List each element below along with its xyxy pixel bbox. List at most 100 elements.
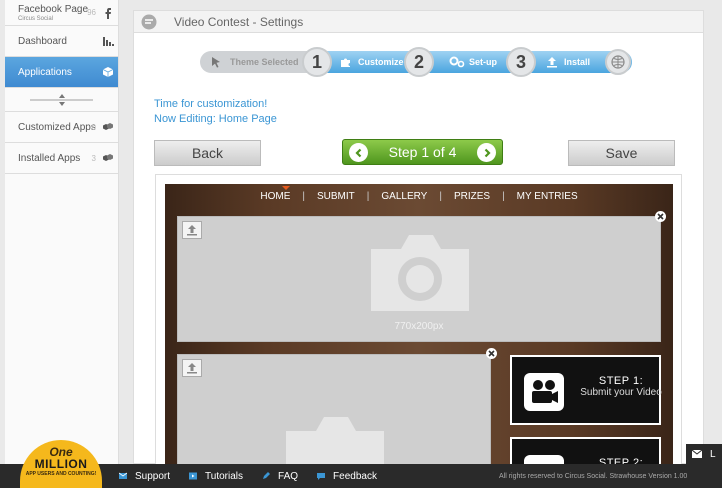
wizard-step-customize[interactable]: Customize bbox=[340, 51, 404, 73]
preview-nav: HOME | SUBMIT | GALLERY | PRIZES | MY EN… bbox=[165, 184, 673, 208]
chevron-left-icon bbox=[354, 148, 361, 157]
sidebar-collapse-slider[interactable] bbox=[5, 88, 118, 112]
save-button[interactable]: Save bbox=[568, 140, 675, 166]
wizard-step-2-number[interactable]: 2 bbox=[404, 47, 434, 77]
page-preview: HOME | SUBMIT | GALLERY | PRIZES | MY EN… bbox=[165, 184, 673, 464]
footer-support-link[interactable]: Support bbox=[119, 471, 170, 482]
close-icon bbox=[488, 350, 495, 357]
corner-label: L bbox=[710, 448, 716, 460]
footer-link-label: Feedback bbox=[333, 470, 377, 482]
main-panel: Video Contest - Settings Theme Selected … bbox=[133, 10, 704, 465]
wizard-step-1-number[interactable]: 1 bbox=[302, 47, 332, 77]
banner-image-placeholder[interactable]: 770x200px bbox=[177, 216, 661, 342]
active-nav-marker bbox=[282, 186, 290, 190]
sidebar-item-label: Applications bbox=[18, 66, 72, 78]
remove-content-button[interactable] bbox=[486, 348, 497, 359]
banner-size-label: 770x200px bbox=[394, 321, 444, 332]
facebook-count: 96 bbox=[87, 8, 96, 17]
wizard-step-label: Set-up bbox=[469, 57, 497, 67]
facebook-page-title: Facebook Page bbox=[18, 3, 89, 15]
nav-my-entries[interactable]: MY ENTRIES bbox=[505, 191, 590, 202]
back-button[interactable]: Back bbox=[154, 140, 261, 166]
customization-info: Time for customization! Now Editing: Hom… bbox=[154, 97, 277, 127]
wizard-step-install[interactable]: Install bbox=[546, 51, 590, 73]
footer-link-label: Tutorials bbox=[205, 470, 244, 482]
badge-million: MILLION bbox=[34, 457, 88, 471]
step-1-subtitle: Submit your Video bbox=[580, 387, 662, 398]
upload-image-button[interactable] bbox=[182, 359, 202, 377]
chevron-right-icon bbox=[484, 148, 491, 157]
nav-home[interactable]: HOME bbox=[248, 191, 302, 202]
camera-icon bbox=[286, 417, 384, 464]
cubes-icon bbox=[103, 123, 113, 130]
wizard-step-setup[interactable]: Set-up bbox=[449, 51, 497, 73]
nav-prizes[interactable]: PRIZES bbox=[442, 191, 502, 202]
facebook-icon bbox=[105, 7, 111, 19]
footer-link-label: Support bbox=[135, 470, 171, 482]
remove-banner-button[interactable] bbox=[655, 211, 666, 222]
next-step-button[interactable] bbox=[477, 143, 496, 162]
wizard-step-3-number[interactable]: 3 bbox=[506, 47, 536, 77]
wizard-theme-label: Theme Selected bbox=[230, 57, 299, 67]
step-1-box[interactable]: STEP 1: Submit your Video bbox=[510, 355, 662, 425]
footer-link-label: FAQ bbox=[278, 470, 299, 482]
content-image-placeholder[interactable] bbox=[177, 354, 491, 464]
sidebar-item-dashboard[interactable]: Dashboard bbox=[5, 26, 118, 57]
corner-widget[interactable]: L bbox=[686, 444, 722, 464]
facebook-page-subtitle: Circus Social bbox=[18, 15, 54, 22]
upload-icon bbox=[187, 363, 197, 374]
footer-feedback-link[interactable]: Feedback bbox=[317, 471, 377, 482]
cursor-icon bbox=[212, 57, 220, 68]
sidebar-item-label: Dashboard bbox=[18, 35, 67, 47]
page-preview-frame: HOME | SUBMIT | GALLERY | PRIZES | MY EN… bbox=[155, 174, 682, 465]
cube-icon bbox=[102, 67, 114, 77]
cubes-icon bbox=[103, 154, 113, 161]
wizard-step-label: Customize bbox=[358, 57, 404, 67]
upload-icon bbox=[547, 57, 557, 68]
sidebar-facebook-page[interactable]: Facebook Page Circus Social 96 bbox=[5, 0, 118, 26]
step-label: Step 1 of 4 bbox=[388, 144, 457, 160]
bar-chart-icon bbox=[103, 37, 114, 46]
copyright-text: All rights reserved to Circus Social. St… bbox=[499, 472, 688, 480]
footer-tutorials-link[interactable]: Tutorials bbox=[189, 471, 243, 482]
speech-bubble-icon bbox=[317, 473, 326, 480]
sidebar-item-customized-apps[interactable]: Customized Apps 0 bbox=[5, 112, 118, 143]
badge-subtext: APP USERS AND COUNTING! bbox=[25, 471, 97, 477]
nav-submit[interactable]: SUBMIT bbox=[305, 191, 367, 202]
footer-faq-link[interactable]: FAQ bbox=[262, 471, 298, 482]
previous-step-button[interactable] bbox=[349, 143, 368, 162]
sidebar-item-label: Customized Apps bbox=[18, 121, 96, 133]
sidebar: Facebook Page Circus Social 96 Dashboard… bbox=[5, 0, 119, 464]
close-icon bbox=[657, 213, 664, 220]
step-indicator: Step 1 of 4 bbox=[342, 139, 503, 165]
sidebar-item-installed-apps[interactable]: Installed Apps 3 bbox=[5, 143, 118, 174]
video-camera-icon bbox=[524, 373, 564, 411]
wizard-theme-selected[interactable]: Theme Selected bbox=[210, 51, 299, 73]
sidebar-item-label: Installed Apps bbox=[18, 152, 81, 164]
one-million-users-badge: One MILLION APP USERS AND COUNTING! bbox=[20, 440, 102, 488]
sidebar-item-applications[interactable]: Applications bbox=[5, 57, 118, 88]
globe-icon bbox=[611, 55, 625, 69]
step-1-title: STEP 1: bbox=[598, 375, 644, 387]
wizard-step-label: Install bbox=[564, 57, 591, 67]
footer: Support Tutorials FAQ Feedback All right… bbox=[0, 464, 722, 488]
camera-icon bbox=[371, 235, 469, 311]
page-title: Video Contest - Settings bbox=[174, 14, 304, 29]
now-editing-text: Now Editing: Home Page bbox=[154, 113, 277, 125]
slider-handle-icon[interactable] bbox=[58, 94, 66, 106]
step-2-box[interactable]: STEP 2: bbox=[510, 437, 661, 464]
pen-icon bbox=[263, 472, 271, 479]
customized-apps-count: 0 bbox=[91, 122, 96, 132]
video-icon bbox=[189, 472, 198, 480]
info-message: Time for customization! bbox=[154, 98, 268, 110]
wizard-finish[interactable] bbox=[605, 49, 631, 75]
nav-gallery[interactable]: GALLERY bbox=[369, 191, 439, 202]
title-bar: Video Contest - Settings bbox=[134, 11, 703, 33]
upload-image-button[interactable] bbox=[182, 221, 202, 239]
envelope-icon bbox=[692, 450, 702, 458]
puzzle-icon bbox=[341, 58, 350, 67]
upload-icon bbox=[187, 225, 197, 236]
wizard-progress: Theme Selected 1 Customize 2 Set-up 3 In… bbox=[200, 47, 632, 77]
gears-icon bbox=[449, 56, 465, 68]
mail-icon bbox=[119, 472, 127, 479]
